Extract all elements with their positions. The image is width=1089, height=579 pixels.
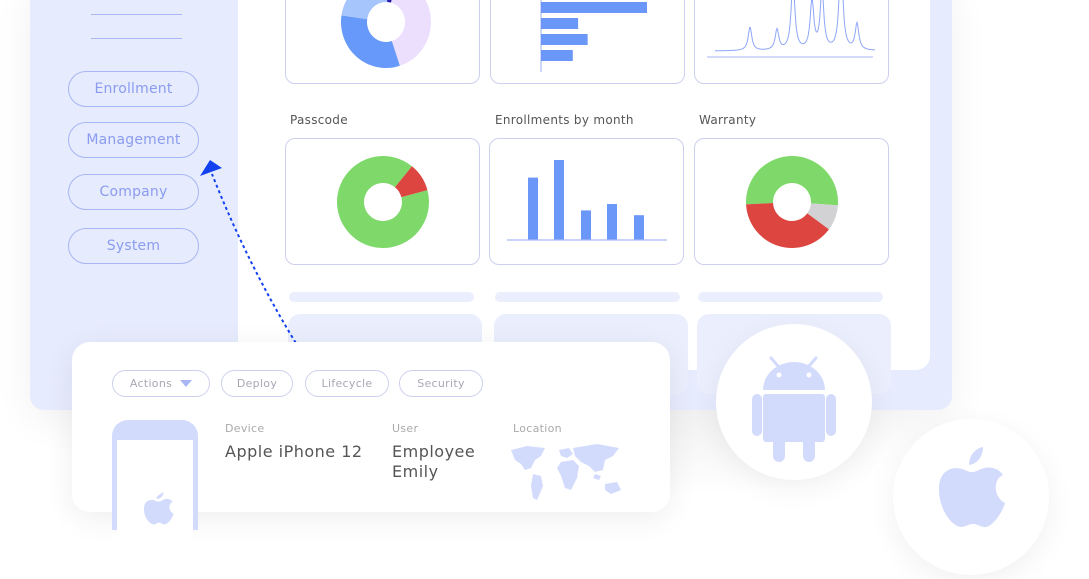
skeleton-bar xyxy=(698,292,883,302)
bar-m5 xyxy=(634,215,644,240)
chart-card-donut-top[interactable] xyxy=(285,0,480,84)
series-line xyxy=(715,0,876,52)
world-map-icon xyxy=(511,444,621,500)
user-label: User xyxy=(392,422,419,435)
chart-card-warranty[interactable] xyxy=(694,138,889,265)
bar-3 xyxy=(541,34,588,45)
actions-label: Actions xyxy=(129,377,173,390)
warranty-donut-chart xyxy=(746,156,838,249)
phone-screen xyxy=(117,440,193,540)
bar-4 xyxy=(541,50,573,61)
pie-slice-segment-a xyxy=(390,0,431,66)
apple-icon xyxy=(939,447,1005,527)
sidebar-divider xyxy=(91,14,182,15)
device-value: Apple iPhone 12 xyxy=(225,442,363,461)
bar-2 xyxy=(541,18,579,29)
actions-dropdown[interactable]: Actions xyxy=(112,370,210,397)
deploy-button[interactable]: Deploy xyxy=(221,370,293,397)
user-value-line2: Emily xyxy=(392,462,439,481)
phone-icon xyxy=(112,420,198,540)
lifecycle-button[interactable]: Lifecycle xyxy=(305,370,389,397)
apple-badge xyxy=(893,419,1049,575)
user-value: Employee Emily xyxy=(392,442,475,482)
bar-1 xyxy=(541,2,647,13)
bar-m2 xyxy=(554,160,564,240)
android-badge xyxy=(716,324,872,480)
card-label-warranty: Warranty xyxy=(699,113,757,127)
bar-m3 xyxy=(581,210,591,240)
sidebar-item-system[interactable]: System xyxy=(68,228,199,264)
device-detail-card: Actions Deploy Lifecycle Security Device… xyxy=(72,342,670,540)
donut-chart xyxy=(341,0,431,68)
chart-card-enrollments[interactable] xyxy=(489,138,684,265)
bar-m1 xyxy=(528,177,538,240)
android-icon xyxy=(752,356,836,462)
dotted-arrow-icon xyxy=(200,160,303,354)
card-label-enrollments: Enrollments by month xyxy=(495,113,634,127)
user-value-line1: Employee xyxy=(392,442,476,461)
chart-card-hbar[interactable] xyxy=(490,0,685,84)
card-label-passcode: Passcode xyxy=(290,113,348,127)
sidebar-item-company[interactable]: Company xyxy=(68,174,199,210)
chart-card-line[interactable] xyxy=(694,0,889,84)
chevron-down-icon xyxy=(180,380,193,387)
skeleton-bar xyxy=(495,292,680,302)
sidebar-item-enrollment[interactable]: Enrollment xyxy=(68,71,199,107)
bar-m4 xyxy=(607,204,617,240)
sidebar-divider xyxy=(91,38,182,39)
security-button[interactable]: Security xyxy=(399,370,483,397)
location-label: Location xyxy=(513,422,562,435)
pie-slice-segment-c xyxy=(341,0,388,20)
pie-slice-in-warranty xyxy=(746,156,838,206)
sidebar-item-management[interactable]: Management xyxy=(68,122,199,158)
apple-icon xyxy=(143,492,174,525)
enrollments-bar-chart xyxy=(507,160,667,241)
line-chart xyxy=(707,0,876,58)
pie-slice-segment-b xyxy=(341,15,400,68)
hbar-chart xyxy=(540,0,647,72)
device-label: Device xyxy=(225,422,265,435)
